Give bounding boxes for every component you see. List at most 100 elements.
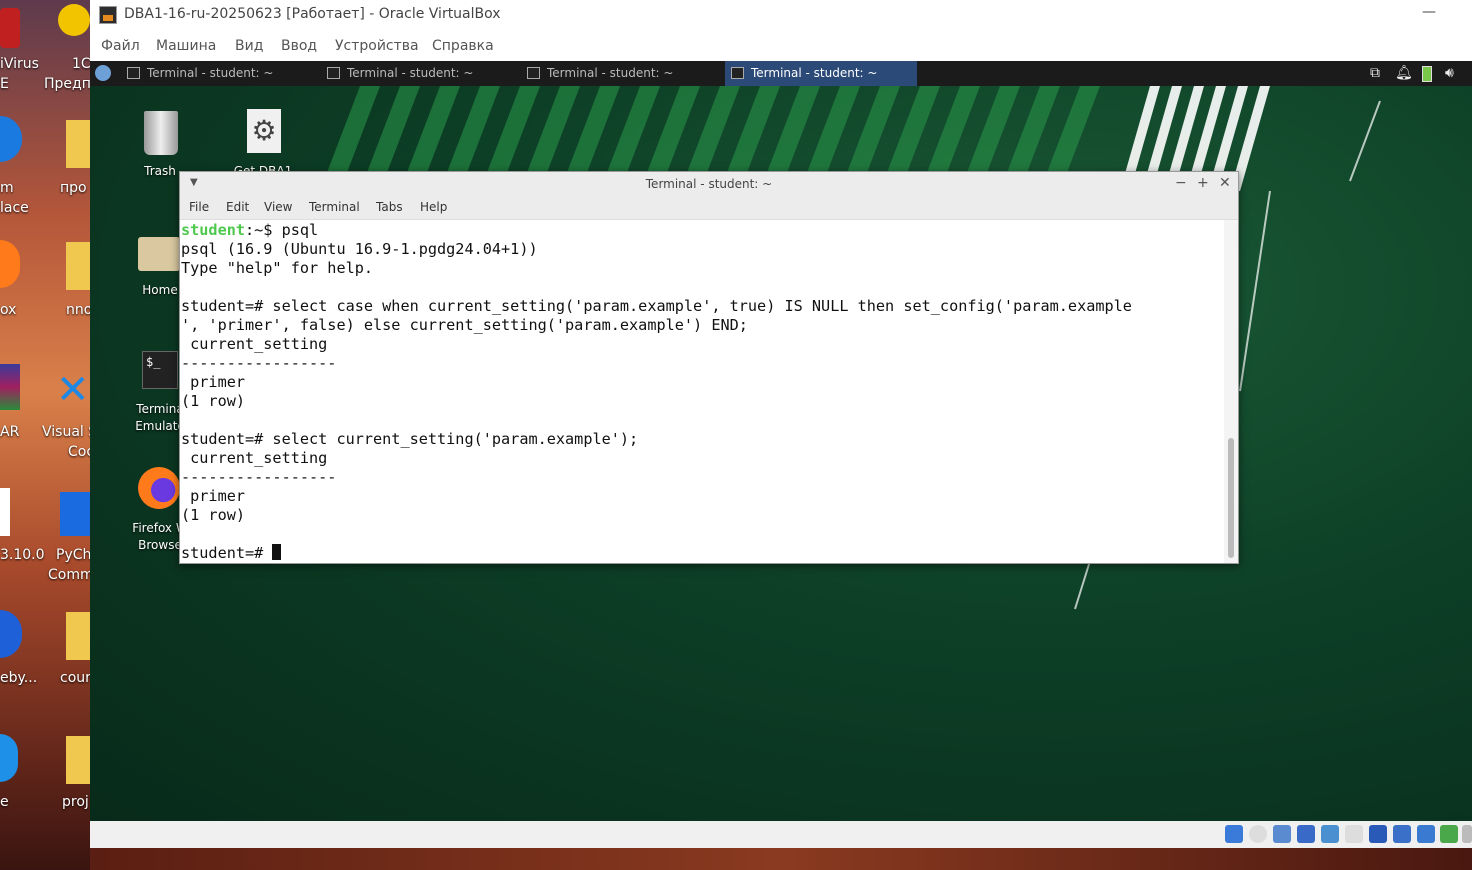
maximize-icon[interactable]: + (1197, 175, 1209, 191)
minimize-button[interactable]: — (1422, 4, 1436, 20)
host-icon-label: nno (66, 302, 90, 318)
virtualbox-icon (99, 6, 117, 24)
host-icon-label: lace (0, 200, 29, 216)
terminal-line: ----------------- (181, 468, 337, 486)
host-icon-label: 3.10.0 (0, 547, 45, 563)
minimize-icon[interactable]: − (1175, 175, 1187, 191)
mouse-integration-icon[interactable] (1440, 825, 1458, 843)
menu-help[interactable]: Справка (432, 38, 494, 54)
terminal-emulator-icon[interactable]: $_ (142, 351, 178, 389)
terminal-title: Terminal - student: ~ (645, 177, 773, 191)
host-icon-label: e (0, 794, 9, 810)
menu-devices[interactable]: Устройства (335, 38, 419, 54)
taskbar-item-terminal-3[interactable]: Terminal - student: ~ (521, 61, 713, 86)
audio-icon[interactable] (1273, 825, 1291, 843)
menu-view[interactable]: View (264, 200, 292, 214)
host-key-icon[interactable] (1462, 825, 1472, 843)
display-icon[interactable] (1369, 825, 1387, 843)
host-desktop-bottom (90, 848, 1472, 870)
recording-icon[interactable] (1393, 825, 1411, 843)
host-icon-label: AR (0, 424, 20, 440)
host-icon-label: ox (0, 302, 17, 318)
terminal-icon (327, 67, 340, 79)
terminal-menubar: File Edit View Terminal Tabs Help (180, 196, 1238, 220)
optical-drive-icon[interactable] (1249, 825, 1267, 843)
file-icon (0, 488, 10, 536)
folder-icon (66, 736, 90, 784)
vbox-statusbar (90, 821, 1472, 848)
firefox-icon (0, 240, 20, 288)
menu-view[interactable]: Вид (235, 38, 263, 54)
vbox-titlebar: DBA1-16-ru-20250623 [Работает] - Oracle … (90, 0, 1472, 31)
host-icon-label: Comm (48, 567, 90, 583)
host-icon-label: Visual S (42, 424, 90, 440)
terminal-icon (731, 67, 744, 79)
host-icon-label: eby... (0, 670, 38, 686)
menu-input[interactable]: Ввод (281, 38, 317, 54)
host-icon-label: PyCh (56, 547, 90, 563)
taskbar-item-terminal-4[interactable]: Terminal - student: ~ (725, 61, 917, 86)
terminal-line: psql (16.9 (Ubuntu 16.9-1.pgdg24.04+1)) (181, 240, 538, 258)
vscode-icon: ✕ (56, 367, 90, 413)
scrollbar[interactable] (1224, 220, 1238, 563)
menu-terminal[interactable]: Terminal (309, 200, 360, 214)
pycharm-icon (60, 492, 90, 536)
network-icon[interactable]: ⧉ (1370, 65, 1380, 81)
usb-icon[interactable] (1321, 825, 1339, 843)
terminal-line: student=# (181, 544, 1223, 563)
host-app-icon (0, 8, 20, 48)
volume-icon[interactable]: 🔊︎ (1445, 65, 1454, 81)
terminal-line: (1 row) (181, 392, 246, 410)
menu-tabs[interactable]: Tabs (376, 200, 403, 214)
hard-disk-icon[interactable] (1225, 825, 1243, 843)
window-title: DBA1-16-ru-20250623 [Работает] - Oracle … (124, 6, 501, 22)
taskbar-item-terminal-2[interactable]: Terminal - student: ~ (321, 61, 513, 86)
terminal-titlebar[interactable]: ▼ Terminal - student: ~ − + ✕ (180, 172, 1238, 196)
taskbar-label: Terminal - student: ~ (547, 66, 674, 80)
xfce-panel: Terminal - student: ~ Terminal - student… (90, 61, 1472, 86)
scrollbar-thumb[interactable] (1228, 438, 1234, 558)
taskbar-label: Terminal - student: ~ (347, 66, 474, 80)
host-icon-label: m (0, 180, 14, 196)
getdba-gear-icon[interactable]: ⚙ (247, 109, 281, 153)
terminal-line: ', 'primer', false) else current_setting… (181, 316, 748, 334)
menu-machine[interactable]: Машина (156, 38, 216, 54)
network-adapter-icon[interactable] (1297, 825, 1315, 843)
folder-icon (66, 120, 90, 168)
terminal-line: primer (181, 487, 246, 505)
virtualbox-window: DBA1-16-ru-20250623 [Работает] - Oracle … (90, 0, 1472, 848)
host-icon-label: Coc (68, 444, 90, 460)
trash-icon[interactable] (144, 111, 178, 155)
menu-file[interactable]: Файл (101, 38, 140, 54)
terminal-icon (527, 67, 540, 79)
close-icon[interactable]: ✕ (1219, 175, 1231, 191)
taskbar-label: Terminal - student: ~ (147, 66, 274, 80)
menu-edit[interactable]: Edit (226, 200, 249, 214)
home-folder-icon[interactable] (138, 237, 180, 271)
prompt-rest: :~$ psql (245, 221, 319, 239)
firefox-icon[interactable] (138, 467, 180, 509)
terminal-line: ----------------- (181, 354, 337, 372)
shared-folders-icon[interactable] (1345, 825, 1363, 843)
notification-bell-icon[interactable]: 🔔︎ (1395, 65, 1413, 81)
terminal-icon (127, 67, 140, 79)
battery-icon[interactable] (1422, 66, 1432, 82)
cpu-icon[interactable] (1417, 825, 1435, 843)
menu-file[interactable]: File (189, 200, 209, 214)
host-desktop: ✕ iVirus E 1С Предп m lace про ox nno AR Visual S C… (0, 0, 90, 870)
text-cursor (272, 544, 282, 560)
taskbar-item-terminal-1[interactable]: Terminal - student: ~ (121, 61, 313, 86)
menu-help[interactable]: Help (420, 200, 447, 214)
terminal-line: student:~$ psql (181, 221, 1223, 240)
guest-screen[interactable]: Terminal - student: ~ Terminal - student… (90, 61, 1472, 821)
host-icon-label: Предп (44, 76, 90, 92)
app-icon (0, 116, 22, 162)
terminal-window[interactable]: ▼ Terminal - student: ~ − + ✕ File Edit … (179, 171, 1239, 564)
applications-menu-icon[interactable] (95, 65, 111, 81)
terminal-output[interactable]: student:~$ psql psql (16.9 (Ubuntu 16.9-1… (181, 220, 1223, 563)
terminal-line: current_setting (181, 335, 328, 353)
host-icon-label: про (60, 180, 87, 196)
host-icon-label: E (0, 76, 9, 92)
